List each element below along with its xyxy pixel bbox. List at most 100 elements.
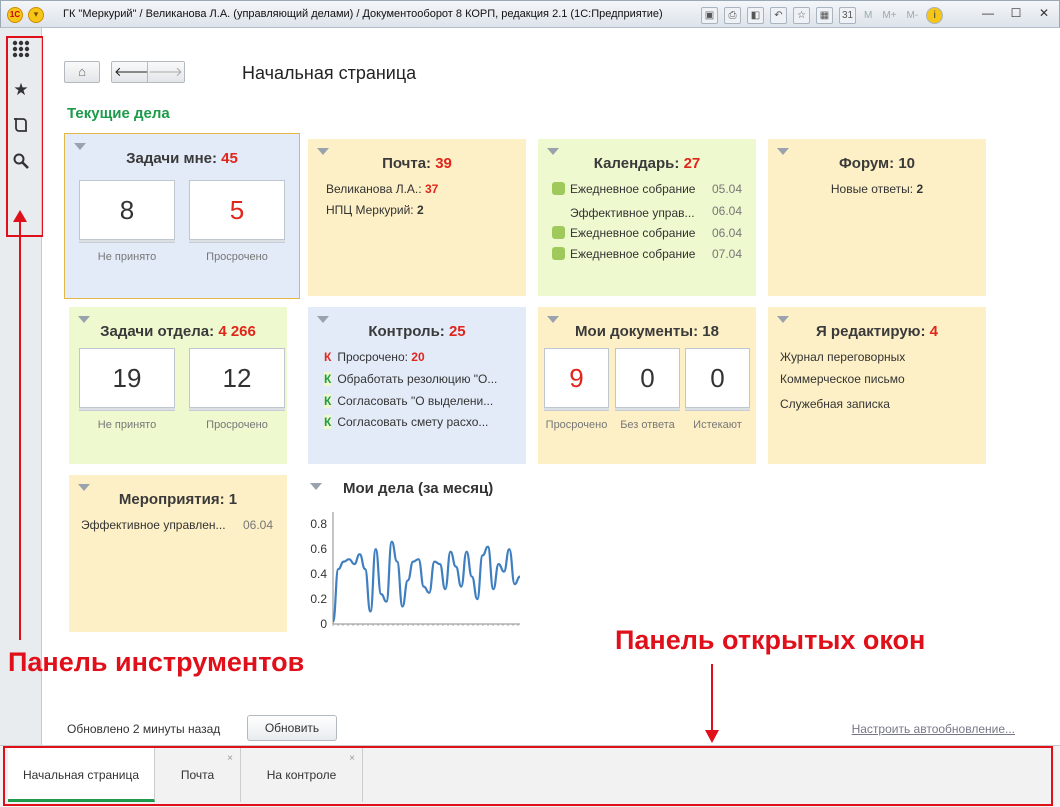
back-arrow-icon[interactable]: 🡐 [114, 62, 149, 82]
collapse-icon[interactable] [777, 148, 789, 155]
history-icon[interactable] [9, 116, 33, 140]
tile-events[interactable]: Мероприятия: 1 Эффективное управлен... 06… [69, 475, 287, 632]
collapse-icon[interactable] [78, 484, 90, 491]
calendar-item[interactable]: Эффективное управ... 06.04 [552, 204, 756, 220]
counter-label: Не принято [97, 419, 157, 431]
counter-label: Без ответа [620, 419, 675, 431]
calendar-item[interactable]: Ежедневное собрание 05.04 [552, 182, 756, 196]
tile-tasks-me[interactable]: Задачи мне: 45 8 5 Не принято Просрочено [64, 133, 300, 299]
forum-line[interactable]: Новые ответы: 2 [768, 182, 986, 196]
tile-title: Календарь: 27 [593, 155, 701, 172]
event-item[interactable]: Эффективное управлен... 06.04 [81, 518, 287, 532]
collapse-icon[interactable] [74, 143, 86, 150]
calendar-icon[interactable]: 31 [839, 6, 856, 24]
memory-plus-button[interactable]: M+ [880, 10, 898, 21]
mail-line[interactable]: НПЦ Меркурий: 2 [326, 203, 424, 217]
maximize-button[interactable]: ☐ [1007, 6, 1025, 22]
minimize-button[interactable]: — [979, 6, 997, 22]
main-menu-icon[interactable]: ▾ [28, 7, 44, 23]
favorite-icon[interactable]: ☆ [793, 6, 810, 24]
control-item[interactable]: К Просрочено: 20 [324, 350, 425, 364]
calendar-item[interactable]: Ежедневное собрание 07.04 [552, 247, 756, 261]
editing-item[interactable]: Журнал переговорных [780, 350, 905, 364]
tile-tasks-dept[interactable]: Задачи отдела: 4 266 19 12 Не принято Пр… [69, 307, 287, 464]
control-item[interactable]: К Обработать резолюцию "О... [324, 372, 497, 386]
close-tab-icon[interactable]: × [349, 732, 355, 786]
tab-on-control[interactable]: На контроле × [241, 748, 363, 802]
calendar-item[interactable]: Ежедневное собрание 06.04 [552, 226, 756, 240]
collapse-icon[interactable] [547, 148, 559, 155]
counter-label: Просрочено [206, 251, 268, 263]
chart-collapse-icon[interactable] [310, 483, 322, 490]
control-item[interactable]: К Согласовать "О выделени... [324, 394, 493, 408]
editing-item[interactable]: Служебная записка [780, 397, 890, 411]
tile-title: Почта: 39 [382, 155, 452, 172]
counter-not-accepted[interactable]: 8 [79, 180, 175, 240]
event-dot-icon [552, 182, 565, 195]
print-icon[interactable]: ⎙ [724, 6, 741, 24]
mail-line[interactable]: Великанова Л.А.: 37 [326, 182, 438, 196]
tab-home[interactable]: Начальная страница [8, 748, 155, 802]
y-tick-label: 0 [320, 617, 327, 631]
counter-not-accepted[interactable]: 19 [79, 348, 175, 408]
apps-grid-icon[interactable] [9, 40, 33, 64]
counter-overdue[interactable]: 9 [544, 348, 609, 408]
annotation-open-windows: Панель открытых окон [615, 625, 926, 655]
close-tab-icon[interactable]: × [227, 732, 233, 786]
counter-label: Не принято [97, 251, 157, 263]
app-logo-icon[interactable]: 1C [7, 7, 23, 23]
tile-editing[interactable]: Я редактирую: 4 Журнал переговорных Комм… [768, 307, 986, 464]
memory-button[interactable]: M [862, 10, 874, 21]
tile-mail[interactable]: Почта: 39 Великанова Л.А.: 37 НПЦ Меркур… [308, 139, 526, 296]
y-tick-label: 0.6 [310, 542, 327, 556]
counter-expiring[interactable]: 0 [685, 348, 750, 408]
tile-title: Мои документы: 18 [575, 323, 719, 340]
search-icon[interactable] [9, 152, 33, 176]
collapse-icon[interactable] [78, 316, 90, 323]
title-toolbar: ▣ ⎙ ◧ ↶ ☆ ▦ 31 M M+ M- i [701, 6, 944, 24]
refresh-button[interactable]: Обновить [247, 715, 337, 741]
save-icon[interactable]: ▣ [701, 6, 718, 24]
tile-title: Контроль: 25 [368, 323, 466, 340]
back-icon[interactable]: ↶ [770, 6, 787, 24]
tile-control[interactable]: Контроль: 25 К Просрочено: 20 К Обработать… [308, 307, 526, 464]
info-icon[interactable]: i [926, 6, 944, 24]
event-dot-icon [552, 247, 565, 260]
collapse-icon[interactable] [317, 148, 329, 155]
counter-overdue[interactable]: 12 [189, 348, 285, 408]
tile-title: Форум: 10 [838, 155, 916, 172]
home-button[interactable]: ⌂ [64, 61, 100, 83]
tab-mail[interactable]: Почта × [155, 748, 241, 802]
calculator-icon[interactable]: ▦ [816, 6, 833, 24]
tile-my-documents[interactable]: Мои документы: 18 9 0 0 Просрочено Без о… [538, 307, 756, 464]
y-tick-label: 0.2 [310, 592, 327, 606]
counter-overdue[interactable]: 5 [189, 180, 285, 240]
page-title: Начальная страница [242, 63, 417, 83]
memory-minus-button[interactable]: M- [905, 10, 921, 21]
collapse-icon[interactable] [317, 316, 329, 323]
chart-title: Мои дела (за месяц) [343, 480, 494, 497]
tile-title: Мероприятия: 1 [118, 491, 238, 508]
forward-arrow-icon[interactable]: 🡒 [148, 62, 183, 82]
event-dot-icon [552, 226, 565, 239]
tile-title: Я редактирую: 4 [815, 323, 939, 340]
editing-item[interactable]: Коммерческое письмо [780, 372, 905, 386]
autoupdate-link[interactable]: Настроить автообновление... [852, 722, 1015, 736]
y-tick-label: 0.8 [310, 517, 327, 531]
tile-title: Задачи мне: 45 [126, 150, 238, 167]
counter-no-answer[interactable]: 0 [615, 348, 680, 408]
counter-label: Просрочено [206, 419, 268, 431]
collapse-icon[interactable] [547, 316, 559, 323]
preview-icon[interactable]: ◧ [747, 6, 764, 24]
close-button[interactable]: ✕ [1035, 6, 1053, 22]
title-bar: 1C ▾ ГК "Меркурий" / Великанова Л.А. (уп… [0, 0, 1060, 28]
star-icon[interactable]: ★ [9, 78, 33, 102]
control-item[interactable]: К Согласовать смету расхо... [324, 415, 488, 429]
annotation-arrow-right [705, 664, 719, 743]
collapse-icon[interactable] [777, 316, 789, 323]
tile-forum[interactable]: Форум: 10 Новые ответы: 2 [768, 139, 986, 296]
counter-label: Просрочено [545, 419, 608, 431]
counter-label: Истекают [693, 419, 742, 431]
tile-calendar[interactable]: Календарь: 27 Ежедневное собрание 05.04 Э… [538, 139, 756, 296]
tile-title: Задачи отдела: 4 266 [100, 323, 256, 340]
